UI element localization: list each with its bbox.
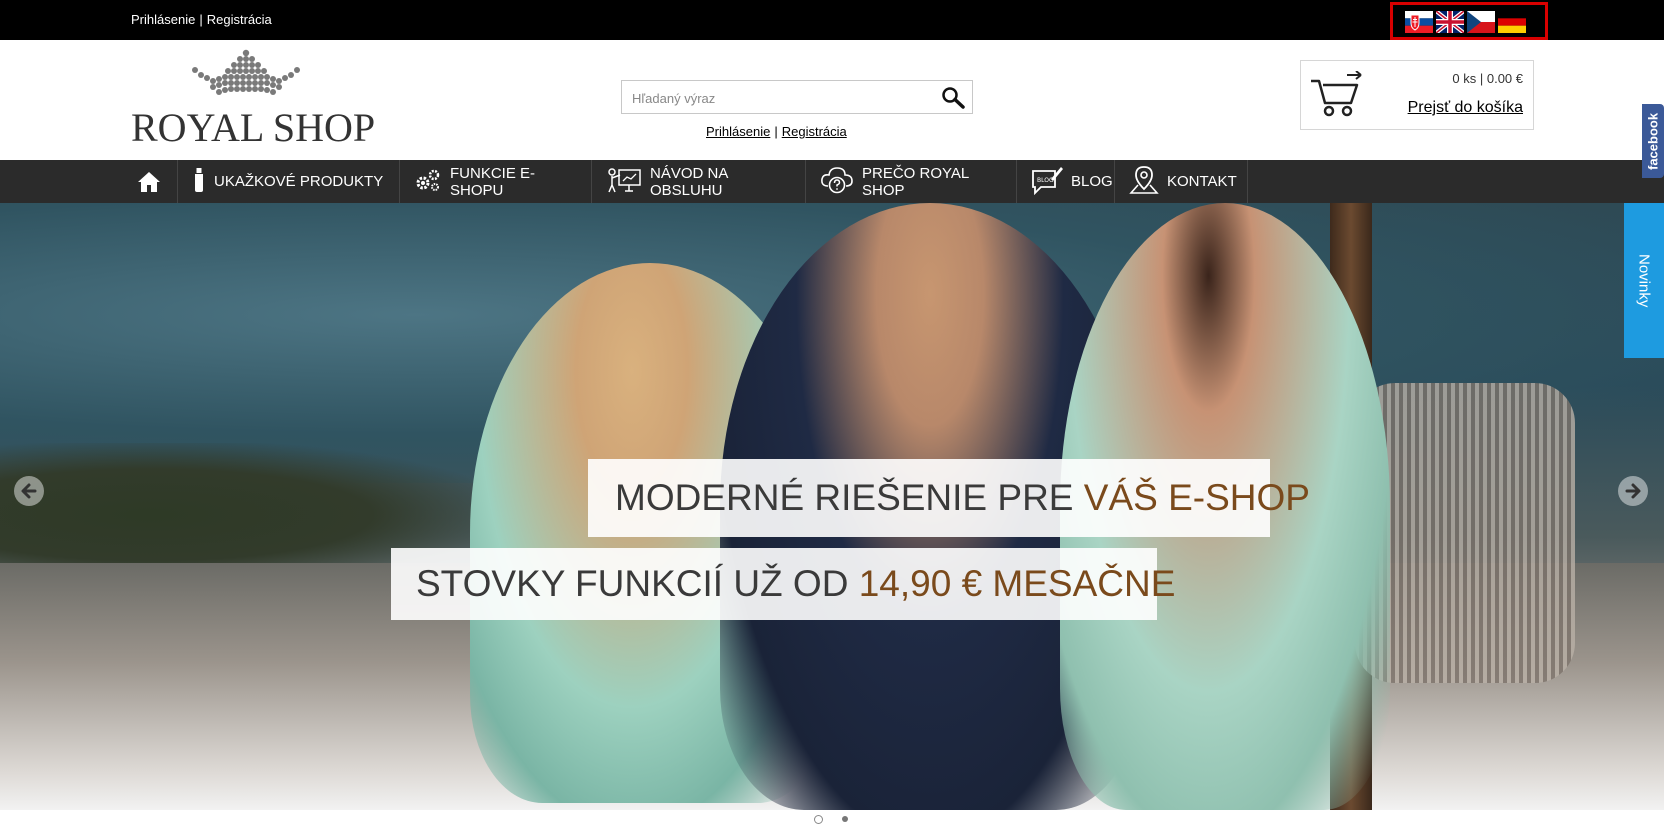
top-login-link[interactable]: Prihlásenie [131,12,195,27]
german-flag-icon[interactable] [1498,11,1526,33]
nav-item-home[interactable] [120,160,178,203]
slider-next-button[interactable] [1618,476,1648,506]
arrow-right-icon [1625,483,1641,499]
nav-item-eshop-features[interactable]: FUNKCIE E-SHOPU [400,160,592,203]
top-register-link[interactable]: Registrácia [207,12,272,27]
crown-icon [192,49,300,95]
headline-1-accent: VÁŠ E-SHOP [1083,477,1310,518]
account-links: Prihlásenie | Registrácia [706,124,847,139]
register-link[interactable]: Registrácia [782,124,847,139]
top-link-separator: | [199,12,203,27]
site-header: ROYAL SHOP Prihlásenie | Registrácia 0 ks … [0,40,1664,160]
search-icon [942,87,965,109]
gears-icon [414,168,442,196]
slovak-flag-icon[interactable] [1405,11,1433,33]
svg-text:BLOG: BLOG [1037,177,1054,184]
slider-pagination [0,810,1664,829]
search-input[interactable] [632,87,922,109]
hero-slider: MODERNÉ RIEŠENIE PRE VÁŠ E-SHOP STOVKY F… [0,203,1664,810]
hero-headline-2: STOVKY FUNKCIÍ UŽ OD 14,90 € MESAČNE [391,548,1175,620]
news-tab[interactable]: Novinky [1624,203,1664,358]
nav-label: KONTAKT [1167,173,1237,190]
home-icon [137,171,160,192]
login-link[interactable]: Prihlásenie [706,124,770,139]
hero-background-trees [0,443,500,563]
nav-label: NÁVOD NA OBSLUHU [650,164,728,199]
czech-flag-icon[interactable] [1467,11,1495,33]
hero-headline-1: MODERNÉ RIEŠENIE PRE VÁŠ E-SHOP [588,459,1310,537]
top-account-links: Prihlásenie | Registrácia [131,12,272,27]
link-separator: | [774,124,778,139]
nav-item-why-royal-shop[interactable]: PREČO ROYAL SHOP [806,160,1017,203]
presentation-icon [606,167,642,197]
headline-1-main: MODERNÉ RIEŠENIE PRE [615,477,1084,518]
slider-dot-1[interactable] [814,815,823,824]
shopping-cart-icon[interactable] [1309,71,1365,117]
arrow-left-icon [21,483,37,499]
search-button[interactable] [940,86,966,110]
cart-widget: 0 ks | 0.00 € Prejsť do košíka [1300,60,1534,130]
language-switcher [1390,2,1548,40]
slider-prev-button[interactable] [14,476,44,506]
nav-item-sample-products[interactable]: UKAŽKOVÉ PRODUKTY [178,160,400,203]
nav-label: UKAŽKOVÉ PRODUKTY [214,173,384,190]
nav-label: FUNKCIE E-SHOPU [450,164,536,199]
nav-label: PREČO ROYAL SHOP [862,164,969,199]
nav-item-blog[interactable]: BLOG BLOG [1017,160,1115,203]
blog-icon: BLOG [1031,165,1063,199]
slider-dot-2[interactable] [842,816,848,822]
nav-label: BLOG [1071,173,1113,190]
headline-2-accent: 14,90 € MESAČNE [858,563,1176,604]
go-to-cart-link[interactable]: Prejsť do košíka [1408,99,1523,117]
cart-summary: 0 ks | 0.00 € [1452,71,1523,86]
royal-shop-logo[interactable]: ROYAL SHOP [131,48,375,150]
nav-item-user-guide[interactable]: NÁVOD NA OBSLUHU [592,160,806,203]
location-pin-icon [1129,165,1159,199]
bottle-icon [192,167,206,196]
uk-flag-icon[interactable] [1436,11,1464,33]
top-bar: Prihlásenie | Registrácia [0,0,1664,40]
cloud-question-icon [820,166,854,198]
search-box [621,80,973,114]
headline-2-main: STOVKY FUNKCIÍ UŽ OD [416,563,859,604]
facebook-tab[interactable]: facebook [1642,104,1664,178]
logo-text: ROYAL SHOP [131,105,376,150]
nav-item-contact[interactable]: KONTAKT [1115,160,1248,203]
main-navigation: UKAŽKOVÉ PRODUKTY FUNKCIE E-SHOPU NÁVOD … [0,160,1664,203]
